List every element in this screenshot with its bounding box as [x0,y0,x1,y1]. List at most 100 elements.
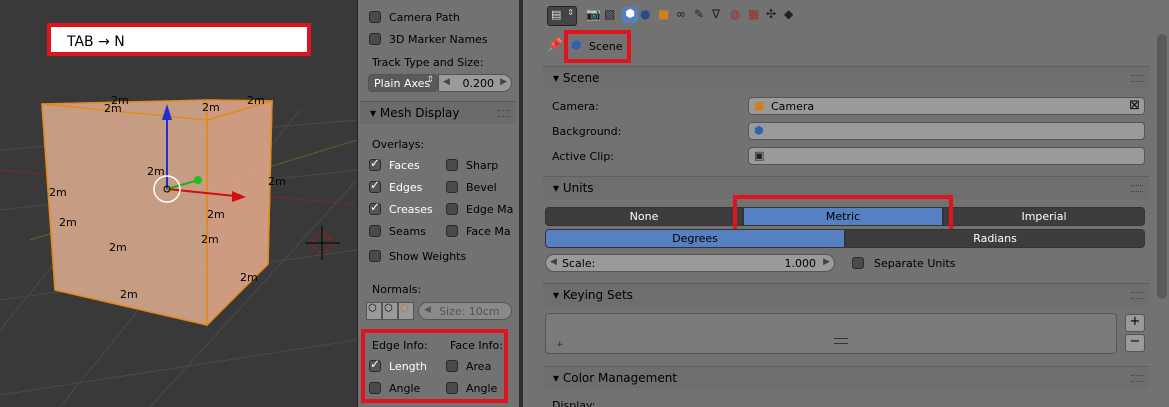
face-marks-checkbox[interactable] [446,225,458,237]
constraints-icon[interactable]: ∞ [676,7,692,23]
faces-checkbox[interactable] [369,156,381,171]
edges-checkbox[interactable] [369,178,381,193]
particles-icon[interactable]: ✣ [766,7,782,23]
separate-units-label: Separate Units [874,257,956,270]
units-section-header[interactable]: ▾ Units [543,176,1149,199]
plus-icon: + [1129,314,1141,329]
scene-icon[interactable]: ⬢ [622,7,638,23]
keying-sets-list[interactable]: + [545,313,1117,354]
drag-grip-icon[interactable] [1131,185,1143,192]
sharp-checkbox[interactable] [446,159,458,171]
track-type-label: Track Type and Size: [372,56,484,69]
scene-icon: ⬢ [754,124,764,137]
pin-icon[interactable]: 📌 [547,38,563,53]
dimension-label: 2m [109,241,127,254]
units-section-label: Units [562,181,594,195]
split-normals-button[interactable]: ⬡ [382,302,398,320]
dimension-label: 2m [207,208,225,221]
edge-marks-checkbox[interactable] [446,203,458,215]
vertex-normals-button[interactable]: ⬡ [366,302,382,320]
degrees-button[interactable]: Degrees [545,229,845,248]
face-angle-checkbox[interactable] [446,382,458,394]
bevel-checkbox[interactable] [446,181,458,193]
movie-clip-icon: ▣ [754,149,765,162]
length-checkbox[interactable] [369,357,381,372]
arrow-right-icon[interactable]: ▶ [500,77,507,87]
dimension-label: 2m [202,101,220,114]
drag-grip-icon[interactable] [1131,292,1143,299]
arrow-left-icon[interactable]: ◀ [424,305,431,315]
normals-label: Normals: [372,283,422,296]
texture-icon[interactable]: ▦ [748,7,764,23]
properties-toolbar: ▤ ⇕ 📷 ▧ ⬢ ● ■ ∞ ✎ ∇ ◍ ▦ ✣ ◆ [523,0,1169,30]
separate-units-checkbox[interactable] [852,257,864,269]
track-size-field[interactable]: ◀ 0.200 ▶ [438,74,512,92]
unit-imperial-button[interactable]: Imperial [943,207,1145,226]
modifiers-icon[interactable]: ✎ [694,7,710,23]
keying-sets-section-label: Keying Sets [562,288,633,302]
color-management-section-header[interactable]: ▾ Color Management [543,366,1149,389]
render-layers-icon[interactable]: ▧ [604,7,620,23]
mesh-display-header[interactable]: ▾ Mesh Display [360,101,516,124]
cube-icon: ⬡ [368,303,377,314]
dimension-label: 2m [104,102,122,115]
object-icon[interactable]: ■ [658,7,674,23]
viewport-scene [0,99,357,407]
edges-label: Edges [389,181,423,194]
camera-field[interactable]: ■ Camera ⊠ [748,97,1145,115]
3d-viewport[interactable]: 2m 2m 2m 2m 2m 2m 2m 2m 2m 2m 2m 2m 2m T… [0,0,357,407]
drag-grip-icon[interactable] [1131,375,1143,382]
add-keying-set-button[interactable]: + [1125,314,1145,332]
list-filter-icon[interactable]: + [556,340,564,350]
area-label: Area [466,360,492,373]
cube-icon: ⬡ [400,303,409,314]
show-weights-checkbox[interactable] [369,250,381,262]
unit-scale-field[interactable]: ◀ Scale: 1.000 ▶ [545,254,835,272]
drag-grip-icon[interactable] [498,110,510,117]
sharp-label: Sharp [466,159,499,172]
marker-names-checkbox[interactable] [369,33,381,45]
seams-checkbox[interactable] [369,225,381,237]
clear-icon[interactable]: ⊠ [1129,98,1140,113]
unit-none-button[interactable]: None [545,207,743,226]
edge-info-label: Edge Info: [372,339,428,352]
camera-path-checkbox[interactable] [369,11,381,23]
properties-editor: ▤ ⇕ 📷 ▧ ⬢ ● ■ ∞ ✎ ∇ ◍ ▦ ✣ ◆ 📌 ⬢ Scene ▾ … [523,0,1169,407]
remove-keying-set-button[interactable]: − [1125,334,1145,352]
vertical-scrollbar[interactable] [1157,34,1167,299]
list-resize-grip-icon[interactable] [834,338,848,344]
camera-label: Camera: [552,100,599,113]
track-size-value: 0.200 [462,77,495,90]
material-icon[interactable]: ◍ [730,7,746,23]
arrow-left-icon[interactable]: ◀ [550,257,557,267]
dimension-label: 2m [240,271,258,284]
seams-label: Seams [389,225,426,238]
scene-section-header[interactable]: ▾ Scene [543,66,1149,89]
face-normals-button[interactable]: ⬡ [398,302,414,320]
arrow-left-icon[interactable]: ◀ [443,77,450,87]
data-icon[interactable]: ∇ [712,7,728,23]
radians-button[interactable]: Radians [845,229,1145,248]
render-icon[interactable]: 📷 [586,7,602,23]
world-icon[interactable]: ● [640,7,656,23]
overlays-label: Overlays: [372,138,425,151]
creases-label: Creases [389,203,433,216]
unit-metric-button[interactable]: Metric [743,207,943,226]
physics-icon[interactable]: ◆ [784,7,800,23]
bevel-label: Bevel [466,181,497,194]
background-field[interactable]: ⬢ [748,122,1145,140]
dimension-label: 2m [247,94,265,107]
track-type-value: Plain Axes [374,77,431,90]
arrow-right-icon[interactable]: ▶ [823,257,830,267]
normal-size-field[interactable]: ◀ Size: 10cm [418,302,512,320]
annotation-text: TAB → N [67,34,125,50]
edge-angle-checkbox[interactable] [369,382,381,394]
track-type-dropdown[interactable]: Plain Axes ⇕ [368,74,438,92]
creases-checkbox[interactable] [369,200,381,215]
dimension-label: 2m [49,186,67,199]
keying-sets-section-header[interactable]: ▾ Keying Sets [543,283,1149,306]
drag-grip-icon[interactable] [1131,75,1143,82]
editor-type-menu[interactable]: ▤ ⇕ [547,6,577,26]
active-clip-field[interactable]: ▣ [748,147,1145,165]
area-checkbox[interactable] [446,360,458,372]
